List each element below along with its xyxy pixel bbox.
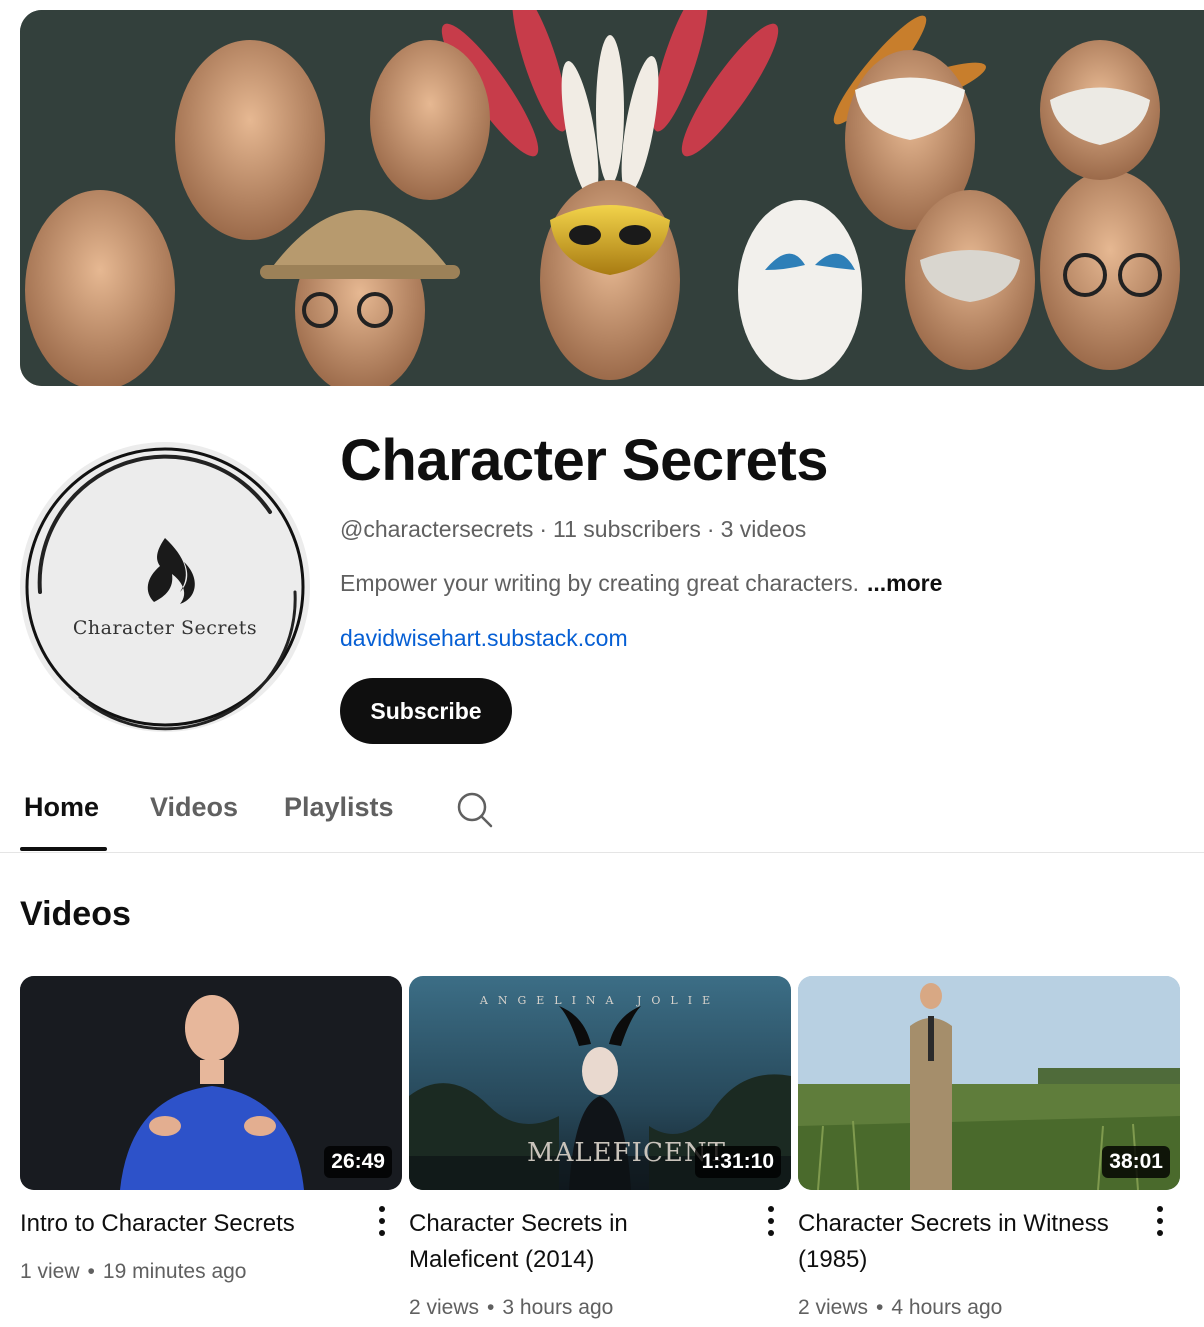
video-thumbnail[interactable]: 26:49 (20, 976, 402, 1190)
video-title[interactable]: Character Secrets in Maleficent (2014) (409, 1206, 739, 1278)
video-views: 1 view (20, 1260, 80, 1283)
video-thumbnail[interactable]: 38:01 (798, 976, 1180, 1190)
video-meta: 2 views • 4 hours ago (798, 1296, 1003, 1319)
video-age: 4 hours ago (891, 1296, 1003, 1319)
section-title: Videos (20, 895, 131, 933)
channel-description: Empower your writing by creating great c… (340, 568, 942, 598)
video-duration: 38:01 (1102, 1146, 1170, 1178)
channel-meta: @charactersecrets · 11 subscribers · 3 video… (340, 516, 807, 542)
avatar-logo (25, 447, 305, 731)
video-duration: 26:49 (324, 1146, 392, 1178)
video-card: 38:01 Character Secrets in Witness (1985… (798, 976, 1180, 1319)
tab-videos[interactable]: Videos (150, 790, 238, 824)
channel-tabs: Home Videos Playlists (0, 770, 1204, 853)
channel-avatar[interactable]: Character Secrets (20, 442, 310, 732)
search-icon[interactable] (455, 790, 495, 830)
avatar-text: Character Secrets (72, 617, 258, 639)
channel-banner (20, 10, 1204, 386)
video-age: 3 hours ago (502, 1296, 614, 1319)
video-card: 26:49 Intro to Character Secrets 1 view •… (20, 976, 402, 1283)
tab-playlists[interactable]: Playlists (284, 790, 394, 824)
video-meta: 2 views • 3 hours ago (409, 1296, 614, 1319)
channel-handle: @charactersecrets (340, 516, 534, 542)
video-views: 2 views (409, 1296, 480, 1319)
subscriber-count: 11 subscribers (553, 516, 701, 542)
channel-link[interactable]: davidwisehart.substack.com (340, 623, 628, 653)
video-views: 2 views (798, 1296, 869, 1319)
video-title[interactable]: Intro to Character Secrets (20, 1206, 350, 1242)
subscribe-button[interactable]: Subscribe (340, 678, 512, 744)
channel-name: Character Secrets (340, 428, 829, 493)
banner-artwork (20, 10, 1204, 386)
description-text: Empower your writing by creating great c… (340, 570, 859, 596)
video-title[interactable]: Character Secrets in Witness (1985) (798, 1206, 1128, 1278)
active-tab-indicator (20, 847, 107, 851)
more-vert-icon[interactable] (761, 1204, 781, 1238)
video-duration: 1:31:10 (694, 1146, 781, 1178)
more-link[interactable]: ...more (867, 570, 942, 596)
tab-home[interactable]: Home (24, 790, 99, 824)
video-meta: 1 view • 19 minutes ago (20, 1260, 247, 1283)
flame-icon (147, 538, 195, 604)
video-count: 3 videos (720, 516, 807, 542)
more-vert-icon[interactable] (372, 1204, 392, 1238)
thumbnail-top-text: ANGELINA JOLIE (479, 994, 721, 1007)
video-age: 19 minutes ago (102, 1260, 247, 1283)
video-thumbnail[interactable]: ANGELINA JOLIE MALEFICENT 1:31:10 (409, 976, 791, 1190)
video-card: ANGELINA JOLIE MALEFICENT 1:31:10 Charac… (409, 976, 791, 1319)
more-vert-icon[interactable] (1150, 1204, 1170, 1238)
